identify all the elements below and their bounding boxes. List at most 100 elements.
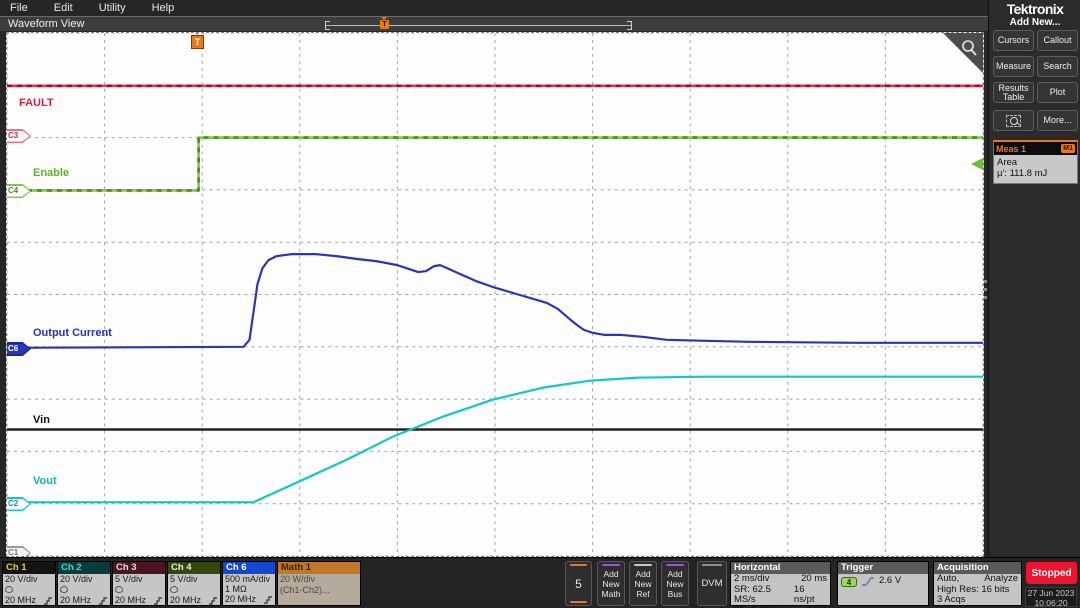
horizontal-scale: 2 ms/div xyxy=(734,574,769,585)
menu-edit[interactable]: Edit xyxy=(54,2,73,14)
more-button[interactable]: More... xyxy=(1037,110,1078,131)
bandwidth-icon xyxy=(153,596,163,605)
probe-icon xyxy=(60,586,68,593)
channel-marker-c3[interactable]: C3 xyxy=(6,129,31,143)
ch2-name: Ch 2 xyxy=(58,562,110,574)
acquisition-count: 3 Acqs xyxy=(937,595,1018,606)
zoom-select-button[interactable] xyxy=(993,110,1034,131)
count-5-button[interactable]: 5 xyxy=(565,561,592,606)
trigger-source-badge: 4 xyxy=(841,577,857,587)
ref-accent xyxy=(634,564,652,566)
channel-badge-ch1[interactable]: Ch 1 20 V/div 20 MHz xyxy=(2,561,56,606)
rising-edge-icon xyxy=(861,576,875,587)
horizontal-position: 20% xyxy=(808,605,827,608)
channel-marker-c6[interactable]: C6 xyxy=(6,342,31,356)
overview-left-bracket[interactable] xyxy=(325,21,330,30)
meas1-title: Meas 1 xyxy=(996,144,1026,154)
label-enable: Enable xyxy=(33,167,69,179)
meas1-type: Area xyxy=(997,157,1074,168)
orange-accent xyxy=(570,601,587,603)
bottom-settings-bar: Ch 1 20 V/div 20 MHz Ch 2 20 V/div 20 MH… xyxy=(0,557,1080,608)
marker-label: C4 xyxy=(8,184,18,198)
channel-badge-ch3[interactable]: Ch 3 5 V/div 20 MHz xyxy=(112,561,166,606)
channel-marker-c2[interactable]: C2 xyxy=(6,497,31,511)
math-accent xyxy=(602,564,620,566)
measure-button[interactable]: Measure xyxy=(993,56,1034,77)
cursors-button[interactable]: Cursors xyxy=(993,30,1034,51)
channel-badge-ch6[interactable]: Ch 6 500 mA/div 1 MΩ 20 MHz xyxy=(222,561,276,606)
trigger-level-arrow[interactable] xyxy=(971,158,983,170)
add-new-ref-button[interactable]: Add New Ref xyxy=(629,561,657,606)
meas1-body: Area μ': 111.8 mJ xyxy=(994,155,1077,183)
menu-help[interactable]: Help xyxy=(152,2,175,14)
draw-zoom-box-icon[interactable] xyxy=(941,33,983,75)
measurement-badge-meas1[interactable]: Meas 1 M1 Area μ': 111.8 mJ xyxy=(993,140,1078,184)
search-button[interactable]: Search xyxy=(1037,56,1078,77)
channel-badge-ch2[interactable]: Ch 2 20 V/div 20 MHz xyxy=(57,561,111,606)
probe-icon xyxy=(5,586,13,593)
trigger-panel[interactable]: Trigger 4 2.6 V xyxy=(837,561,929,606)
tab-waveform-view[interactable]: Waveform View xyxy=(8,18,84,30)
bandwidth-icon xyxy=(43,596,53,605)
horizontal-sample-rate: SR: 62.5 MS/s xyxy=(734,585,794,606)
label-fault: FAULT xyxy=(19,97,54,109)
time: 10:06:20 xyxy=(1026,598,1076,608)
dvm-accent xyxy=(702,564,722,566)
probe-icon xyxy=(170,586,178,593)
add-new-bus-button[interactable]: Add New Bus xyxy=(661,561,689,606)
dvm-label: DVM xyxy=(701,578,722,589)
math1-name: Math 1 xyxy=(278,562,360,574)
zoom-overview-bar[interactable]: T xyxy=(325,20,632,30)
channel-badge-ch4[interactable]: Ch 4 5 V/div 20 MHz xyxy=(167,561,221,606)
menu-utility[interactable]: Utility xyxy=(99,2,126,14)
menu-file[interactable]: File xyxy=(10,2,28,14)
channel-marker-c1[interactable]: C1 xyxy=(6,546,31,557)
ch1-bandwidth: 20 MHz xyxy=(5,595,36,606)
splitter-dot xyxy=(984,296,987,299)
marker-label: C2 xyxy=(8,497,18,511)
ch3-bandwidth: 20 MHz xyxy=(115,595,146,606)
horizontal-resolution: 16 ns/pt xyxy=(794,585,827,606)
ch2-scale: 20 V/div xyxy=(60,574,108,585)
run-stop-button[interactable]: Stopped xyxy=(1026,562,1077,584)
waveform-graticule[interactable]: FAULT Enable Output Current Vin Vout C3 … xyxy=(6,32,984,557)
menu-bar: File Edit Utility Help xyxy=(0,0,988,16)
plot-button[interactable]: Plot xyxy=(1037,82,1078,103)
probe-icon xyxy=(115,586,123,593)
acquisition-mode: Auto, xyxy=(937,574,959,585)
add-new-heading: Add New... xyxy=(989,17,1080,28)
ch3-scale: 5 V/div xyxy=(115,574,163,585)
ch6-name: Ch 6 xyxy=(223,562,275,574)
add-new-math-button[interactable]: Add New Math xyxy=(597,561,625,606)
trigger-position-marker[interactable]: T xyxy=(191,35,204,49)
acquisition-panel[interactable]: Acquisition Auto, Analyze High Res: 16 b… xyxy=(933,561,1022,606)
splitter-dot xyxy=(984,288,987,291)
panel-splitter-handle[interactable] xyxy=(984,280,988,308)
tektronix-logo: Tektronix xyxy=(989,1,1080,17)
ch4-bandwidth: 20 MHz xyxy=(170,595,201,606)
bandwidth-icon xyxy=(98,596,108,605)
orange-accent xyxy=(570,564,587,566)
horizontal-panel[interactable]: Horizontal 2 ms/div 20 ms SR: 62.5 MS/s … xyxy=(730,561,831,606)
math-badge-math1[interactable]: Math 1 20 W/div (Ch1-Ch2)... xyxy=(277,561,361,606)
ch3-name: Ch 3 xyxy=(113,562,165,574)
meas1-m1-badge: M1 xyxy=(1061,144,1075,153)
datetime-display: 27 Jun 2023 10:06:20 xyxy=(1025,587,1077,607)
results-table-button[interactable]: Results Table xyxy=(993,82,1034,103)
trigger-level: 2.6 V xyxy=(879,576,901,587)
channel-marker-c4[interactable]: C4 xyxy=(6,184,31,198)
add-new-bus-label: Add New Bus xyxy=(662,569,688,599)
label-vin: Vin xyxy=(33,414,50,426)
overview-right-bracket[interactable] xyxy=(627,21,632,30)
dvm-button[interactable]: DVM xyxy=(697,561,727,606)
tab-bar: Waveform View T xyxy=(0,16,988,31)
horizontal-window: 20 ms xyxy=(801,574,827,585)
label-vout: Vout xyxy=(33,475,57,487)
label-output-current: Output Current xyxy=(33,327,112,339)
count-5-label: 5 xyxy=(575,577,582,591)
ch1-scale: 20 V/div xyxy=(5,574,53,585)
callout-button[interactable]: Callout xyxy=(1037,30,1078,51)
overview-trigger-icon[interactable]: T xyxy=(380,20,389,29)
marker-label: C6 xyxy=(8,342,18,356)
bus-accent xyxy=(666,564,684,566)
